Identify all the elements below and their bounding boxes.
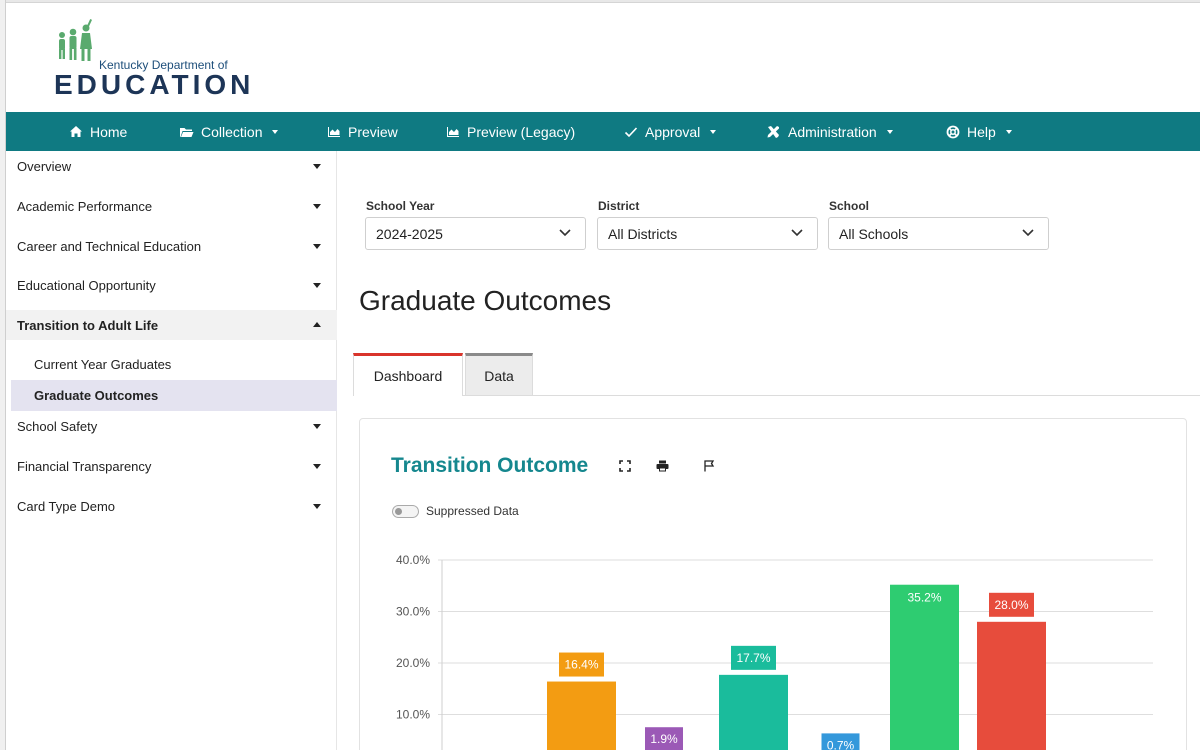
chevron-down-icon — [559, 229, 571, 237]
page-title: Graduate Outcomes — [359, 285, 612, 316]
data-label: 16.4% — [564, 658, 598, 672]
y-tick-label: 20.0% — [396, 656, 430, 670]
nav-preview-legacy-label: Preview (Legacy) — [467, 123, 576, 140]
nav-collection-label: Collection — [201, 123, 263, 140]
sidebar-subitem-current-year-graduates[interactable]: Current Year Graduates — [11, 349, 337, 380]
nav-administration[interactable]: Administration — [766, 112, 893, 151]
sidebar-item-label: School Safety — [17, 418, 98, 434]
sidebar-item-label: Overview — [17, 158, 72, 174]
school-label: School — [829, 199, 870, 213]
nav-preview-label: Preview — [348, 123, 398, 140]
nav-approval[interactable]: Approval — [624, 112, 717, 151]
y-tick-label: 30.0% — [396, 605, 430, 619]
header: Kentucky Department of EDUCATION — [6, 3, 1200, 112]
nav-preview[interactable]: Preview — [327, 112, 398, 151]
data-label: 35.2% — [907, 591, 941, 605]
sidebar-subitem-graduate-outcomes[interactable]: Graduate Outcomes — [11, 380, 337, 411]
sidebar-item-label: Financial Transparency — [17, 458, 152, 474]
nav-administration-label: Administration — [788, 123, 877, 140]
bar[interactable] — [719, 674, 788, 750]
lifebuoy-icon — [946, 125, 960, 138]
sidebar-item-financial-transparency[interactable]: Financial Transparency — [6, 451, 337, 481]
y-tick-label: 10.0% — [396, 708, 430, 722]
main-navbar: Home Collection Preview Preview (Legacy)… — [6, 112, 1200, 151]
sidebar-item-label: Educational Opportunity — [17, 277, 156, 293]
kde-logo[interactable]: Kentucky Department of EDUCATION — [54, 17, 254, 102]
transition-outcome-card: Transition Outcome Suppressed Data 10.0%… — [359, 418, 1187, 750]
caret-down-icon — [313, 244, 321, 249]
bar[interactable] — [977, 621, 1046, 750]
caret-down-icon — [313, 204, 321, 209]
y-tick-label: 40.0% — [396, 553, 430, 567]
tabs-divider — [353, 395, 1200, 396]
district-value: All Districts — [608, 225, 678, 242]
caret-down-icon — [313, 504, 321, 509]
tab-dashboard[interactable]: Dashboard — [353, 353, 463, 396]
data-label: 28.0% — [994, 598, 1028, 612]
caret-down-icon — [313, 424, 321, 429]
caret-up-icon — [313, 322, 321, 327]
nav-collection[interactable]: Collection — [179, 112, 279, 151]
school-select[interactable]: All Schools — [828, 217, 1049, 250]
caret-down-icon — [313, 164, 321, 169]
nav-help-label: Help — [967, 123, 996, 140]
sidebar-item-transition-adult-life[interactable]: Transition to Adult Life — [6, 310, 337, 340]
check-icon — [624, 126, 638, 137]
children-figures-icon — [59, 19, 93, 61]
chevron-down-icon — [1005, 129, 1012, 134]
sidebar-item-career-technical[interactable]: Career and Technical Education — [6, 231, 337, 261]
caret-down-icon — [313, 283, 321, 288]
school-year-select[interactable]: 2024-2025 — [365, 217, 586, 250]
sidebar-item-school-safety[interactable]: School Safety — [6, 411, 337, 441]
sidebar-item-academic-performance[interactable]: Academic Performance — [6, 191, 337, 221]
transition-outcome-chart: 10.0% 20.0% 30.0% 40.0% 16.4% 1.9% 17.7% 0.7% 35… — [396, 553, 1153, 750]
sidebar-item-card-type-demo[interactable]: Card Type Demo — [6, 491, 337, 521]
chevron-down-icon — [791, 229, 803, 237]
tab-data[interactable]: Data — [465, 353, 533, 396]
school-year-label: School Year — [366, 199, 435, 213]
school-value: All Schools — [839, 225, 909, 242]
sidebar: Overview Academic Performance Career and… — [6, 151, 337, 750]
district-label: District — [598, 199, 640, 213]
nav-approval-label: Approval — [645, 123, 701, 140]
caret-down-icon — [313, 464, 321, 469]
sidebar-item-label: Card Type Demo — [17, 498, 116, 514]
folder-icon — [180, 127, 194, 137]
logo-title: EDUCATION — [54, 69, 255, 100]
sidebar-item-label: Career and Technical Education — [17, 238, 202, 254]
sidebar-subitem-label: Current Year Graduates — [34, 357, 172, 372]
sidebar-item-educational-opportunity[interactable]: Educational Opportunity — [6, 270, 337, 300]
nav-home-label: Home — [90, 123, 128, 140]
sidebar-subitem-label: Graduate Outcomes — [34, 388, 159, 403]
area-chart-icon — [328, 126, 340, 137]
sidebar-item-label: Transition to Adult Life — [17, 317, 159, 333]
area-chart-icon — [447, 126, 459, 137]
data-label: 1.9% — [650, 732, 678, 746]
home-icon — [70, 126, 82, 137]
district-select[interactable]: All Districts — [597, 217, 818, 250]
nav-preview-legacy[interactable]: Preview (Legacy) — [446, 112, 575, 151]
data-label: 17.7% — [736, 651, 770, 665]
nav-help[interactable]: Help — [946, 112, 1012, 151]
chevron-down-icon — [272, 129, 279, 134]
data-label: 0.7% — [827, 738, 855, 750]
nav-home[interactable]: Home — [69, 112, 127, 151]
bar[interactable] — [547, 681, 616, 750]
school-year-value: 2024-2025 — [376, 225, 443, 242]
sidebar-item-overview[interactable]: Overview — [6, 151, 337, 181]
sidebar-item-label: Academic Performance — [17, 198, 153, 214]
chevron-down-icon — [710, 129, 717, 134]
chevron-down-icon — [886, 129, 893, 134]
chevron-down-icon — [1022, 229, 1034, 237]
tools-icon — [767, 125, 779, 138]
